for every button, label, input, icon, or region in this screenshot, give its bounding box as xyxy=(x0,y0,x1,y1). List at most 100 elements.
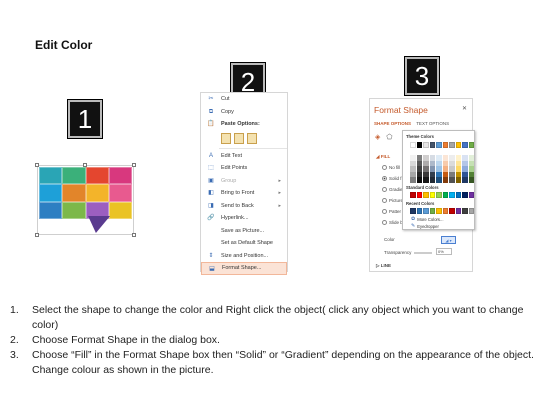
fill-option-radio[interactable]: Patter xyxy=(382,209,401,214)
color-swatch[interactable] xyxy=(455,192,461,198)
color-swatch[interactable] xyxy=(442,208,448,214)
puzzle-piece[interactable] xyxy=(62,167,86,185)
puzzle-piece[interactable] xyxy=(108,184,132,202)
menu-item-copy[interactable]: ⧉ Copy xyxy=(201,106,287,119)
menu-item-bring-front[interactable]: ◧ Bring to Front ▸ xyxy=(201,187,287,200)
color-swatch[interactable] xyxy=(429,208,435,214)
menu-item-label: Size and Position... xyxy=(221,252,269,259)
color-swatch[interactable] xyxy=(429,192,435,198)
color-swatch[interactable] xyxy=(449,208,455,214)
line-section-header[interactable]: ▷ LINE xyxy=(376,263,391,269)
color-swatch[interactable] xyxy=(455,208,461,214)
menu-item-default-shape[interactable]: Set as Default Shape xyxy=(201,237,287,250)
puzzle-piece[interactable] xyxy=(62,184,86,202)
color-swatch[interactable] xyxy=(449,142,455,148)
menu-item-send-back[interactable]: ◨ Send to Back ▸ xyxy=(201,200,287,213)
fill-option-radio[interactable]: Slide b xyxy=(382,220,403,225)
color-swatch[interactable] xyxy=(423,142,429,148)
menu-item-paste[interactable]: 📋 Paste Options: xyxy=(201,118,287,131)
puzzle-shape[interactable] xyxy=(39,167,132,219)
puzzle-piece[interactable] xyxy=(85,167,109,185)
color-swatch[interactable] xyxy=(442,192,448,198)
color-swatch[interactable] xyxy=(423,177,429,183)
color-swatch[interactable] xyxy=(436,192,442,198)
menu-item-format-shape[interactable]: ⬓ Format Shape... xyxy=(201,262,287,275)
color-palette-popup: Theme Colors Standard Colors Recent Colo… xyxy=(402,130,475,230)
selection-handle[interactable] xyxy=(132,233,136,237)
menu-item-group[interactable]: ▣ Group ▸ xyxy=(201,175,287,188)
puzzle-piece[interactable] xyxy=(108,201,132,219)
color-picker-button[interactable]: ◢ ▾ xyxy=(441,236,456,244)
color-swatch[interactable] xyxy=(416,192,422,198)
color-swatch[interactable] xyxy=(423,192,429,198)
color-swatch[interactable] xyxy=(468,177,474,183)
fill-option-radio[interactable]: Gradie xyxy=(382,187,403,192)
puzzle-piece[interactable] xyxy=(62,201,86,219)
color-swatch[interactable] xyxy=(429,177,435,183)
color-swatch[interactable] xyxy=(462,208,468,214)
paste-text-icon[interactable] xyxy=(247,133,257,144)
selection-handle[interactable] xyxy=(132,163,136,167)
color-swatch[interactable] xyxy=(468,192,474,198)
color-swatch[interactable] xyxy=(410,177,416,183)
color-swatch[interactable] xyxy=(423,208,429,214)
menu-item-edit-points[interactable]: ⬚ Edit Points xyxy=(201,162,287,175)
paste-keep-format-icon[interactable] xyxy=(221,133,231,144)
tab-text-options[interactable]: TEXT OPTIONS xyxy=(416,121,449,126)
puzzle-piece[interactable] xyxy=(39,167,63,185)
color-swatch[interactable] xyxy=(442,177,448,183)
color-swatch[interactable] xyxy=(455,177,461,183)
theme-colors-header: Theme Colors xyxy=(406,134,434,139)
selection-handle[interactable] xyxy=(35,233,39,237)
more-colors-item[interactable]: ✿ More Colors... xyxy=(411,216,444,222)
puzzle-piece[interactable] xyxy=(85,184,109,202)
fill-section-header[interactable]: ◢ FILL xyxy=(376,154,390,160)
selection-handle[interactable] xyxy=(35,163,39,167)
fill-option-label: Picture xyxy=(389,198,404,203)
menu-item-cut[interactable]: ✂ Cut xyxy=(201,93,287,106)
color-swatch[interactable] xyxy=(449,177,455,183)
fill-option-radio[interactable]: Picture xyxy=(382,198,403,203)
color-swatch[interactable] xyxy=(462,177,468,183)
group-icon: ▣ xyxy=(208,177,214,184)
menu-item-hyperlink[interactable]: 🔗 Hyperlink... xyxy=(201,212,287,225)
color-swatch[interactable] xyxy=(455,142,461,148)
eyedropper-item[interactable]: ✎ Eyedropper xyxy=(411,223,439,229)
menu-item-size-position[interactable]: ⇕ Size and Position... xyxy=(201,250,287,263)
color-swatch[interactable] xyxy=(468,208,474,214)
color-swatch[interactable] xyxy=(436,208,442,214)
paste-icon: 📋 xyxy=(207,121,215,127)
theme-color-shades xyxy=(410,155,474,183)
color-swatch[interactable] xyxy=(468,142,474,148)
menu-item-edit-text[interactable]: A Edit Text xyxy=(201,150,287,163)
selection-handle[interactable] xyxy=(83,163,87,167)
transparency-slider[interactable] xyxy=(414,252,432,254)
puzzle-piece[interactable] xyxy=(39,201,63,219)
color-swatch[interactable] xyxy=(416,142,422,148)
paste-picture-icon[interactable] xyxy=(234,133,244,144)
puzzle-piece[interactable] xyxy=(108,167,132,185)
color-swatch[interactable] xyxy=(436,177,442,183)
fill-option-radio[interactable]: Solid f xyxy=(382,176,402,181)
puzzle-piece[interactable] xyxy=(39,184,63,202)
color-swatch[interactable] xyxy=(410,192,416,198)
color-swatch[interactable] xyxy=(416,208,422,214)
effects-icon[interactable]: ⬠ xyxy=(386,133,392,141)
menu-item-save-picture[interactable]: Save as Picture... xyxy=(201,225,287,238)
color-swatch[interactable] xyxy=(410,208,416,214)
color-swatch[interactable] xyxy=(462,192,468,198)
tab-shape-options[interactable]: SHAPE OPTIONS xyxy=(374,121,411,126)
transparency-input[interactable]: 0% xyxy=(436,248,452,255)
color-swatch[interactable] xyxy=(416,177,422,183)
color-swatch[interactable] xyxy=(436,142,442,148)
close-icon[interactable]: ✕ xyxy=(462,105,467,112)
fill-line-icon[interactable]: ◈ xyxy=(375,133,380,141)
color-swatch[interactable] xyxy=(462,142,468,148)
color-swatch[interactable] xyxy=(410,142,416,148)
color-swatch[interactable] xyxy=(442,142,448,148)
color-swatch[interactable] xyxy=(429,142,435,148)
instruction-step: 3. Choose “Fill” in the Format Shape box … xyxy=(10,348,550,378)
page-title: Edit Color xyxy=(35,38,93,52)
fill-option-radio[interactable]: No fill xyxy=(382,165,400,170)
color-swatch[interactable] xyxy=(449,192,455,198)
